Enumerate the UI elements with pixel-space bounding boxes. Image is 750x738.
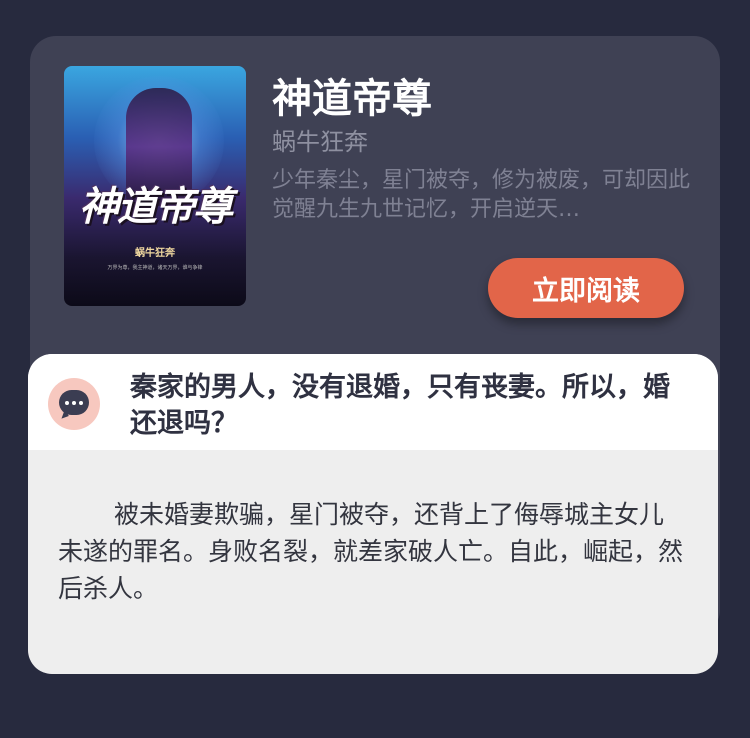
- book-description: 少年秦尘，星门被夺，修为被废，可却因此觉醒九生九世记忆，开启逆天…: [272, 168, 691, 222]
- quote-headline: 秦家的男人，没有退婚，只有丧妻。所以，婚还退吗？: [130, 372, 670, 439]
- quote-body: 被未婚妻欺骗，星门被夺，还背上了侮辱城主女儿未遂的罪名。身败名裂，就差家破人亡。…: [58, 500, 684, 603]
- cover-tagline-text: 万界为尊，我主神道，诸天万界，谁与争锋: [107, 265, 203, 271]
- chat-dot: [65, 401, 69, 405]
- quote-card: 秦家的男人，没有退婚，只有丧妻。所以，婚还退吗？ 被未婚妻欺骗，星门被夺，还背上…: [28, 354, 718, 674]
- chat-bubble-shape: [59, 390, 89, 415]
- chat-dot: [79, 401, 83, 405]
- cover-title-text: 神道帝尊: [79, 183, 233, 230]
- read-now-button[interactable]: 立即阅读: [488, 258, 684, 318]
- chat-bubble-icon: [48, 378, 100, 430]
- book-title: 神道帝尊: [272, 76, 432, 122]
- book-cover-image[interactable]: 神道帝尊 蜗牛狂奔 万界为尊，我主神道，诸天万界，谁与争锋: [64, 66, 246, 306]
- quote-header: 秦家的男人，没有退婚，只有丧妻。所以，婚还退吗？: [28, 354, 718, 450]
- book-author: 蜗牛狂奔: [272, 128, 368, 156]
- cover-author-text: 蜗牛狂奔: [135, 248, 175, 259]
- chat-dot: [72, 401, 76, 405]
